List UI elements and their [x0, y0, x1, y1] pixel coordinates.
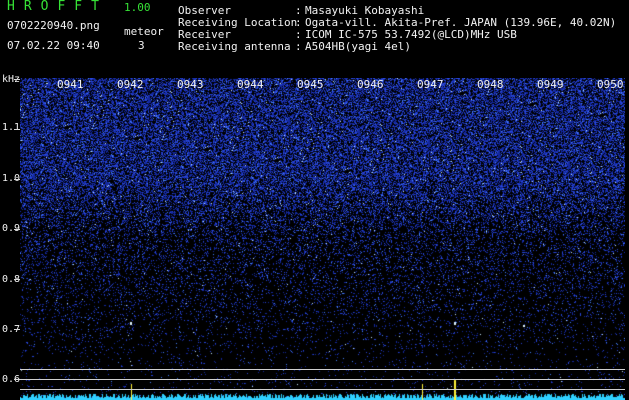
y-axis-tick: [14, 179, 20, 180]
level-line: [20, 369, 625, 370]
level-line: [20, 389, 625, 390]
time-label: 0946: [357, 78, 384, 91]
time-label: 0942: [117, 78, 144, 91]
app-version: 1.00: [124, 1, 151, 14]
file-name: 0702220940.png: [7, 19, 100, 32]
antenna-value: A504HB(yagi 4el): [305, 40, 411, 53]
y-tick-label: 0.7: [2, 324, 21, 335]
time-label: 0944: [237, 78, 264, 91]
time-label: 0949: [537, 78, 564, 91]
time-label: 0941: [57, 78, 84, 91]
spectrogram-canvas: [20, 78, 625, 400]
time-label: 0947: [417, 78, 444, 91]
meteor-label: meteor: [124, 25, 164, 38]
time-label: 0950: [597, 78, 624, 91]
y-axis-tick: [14, 279, 20, 280]
y-axis-tick: [14, 79, 20, 80]
time-label: 0943: [177, 78, 204, 91]
time-label: 0945: [297, 78, 324, 91]
level-line: [20, 379, 625, 380]
y-tick-label: 1.1: [2, 122, 21, 133]
time-label: 0948: [477, 78, 504, 91]
y-axis-tick: [14, 229, 20, 230]
timestamp: 07.02.22 09:40: [7, 39, 100, 52]
meteor-count: 3: [138, 39, 145, 52]
y-tick-label: 0.8: [2, 274, 21, 285]
antenna-row: Receiving antenna: A504HB(yagi 4el): [178, 40, 411, 53]
y-axis-tick: [14, 129, 20, 130]
antenna-label: Receiving antenna: [178, 40, 291, 53]
unit-label: kHz: [2, 74, 21, 85]
app-title: HROFFT: [7, 0, 108, 14]
y-tick-label: 0.6: [2, 374, 21, 385]
y-axis-tick: [14, 329, 20, 330]
